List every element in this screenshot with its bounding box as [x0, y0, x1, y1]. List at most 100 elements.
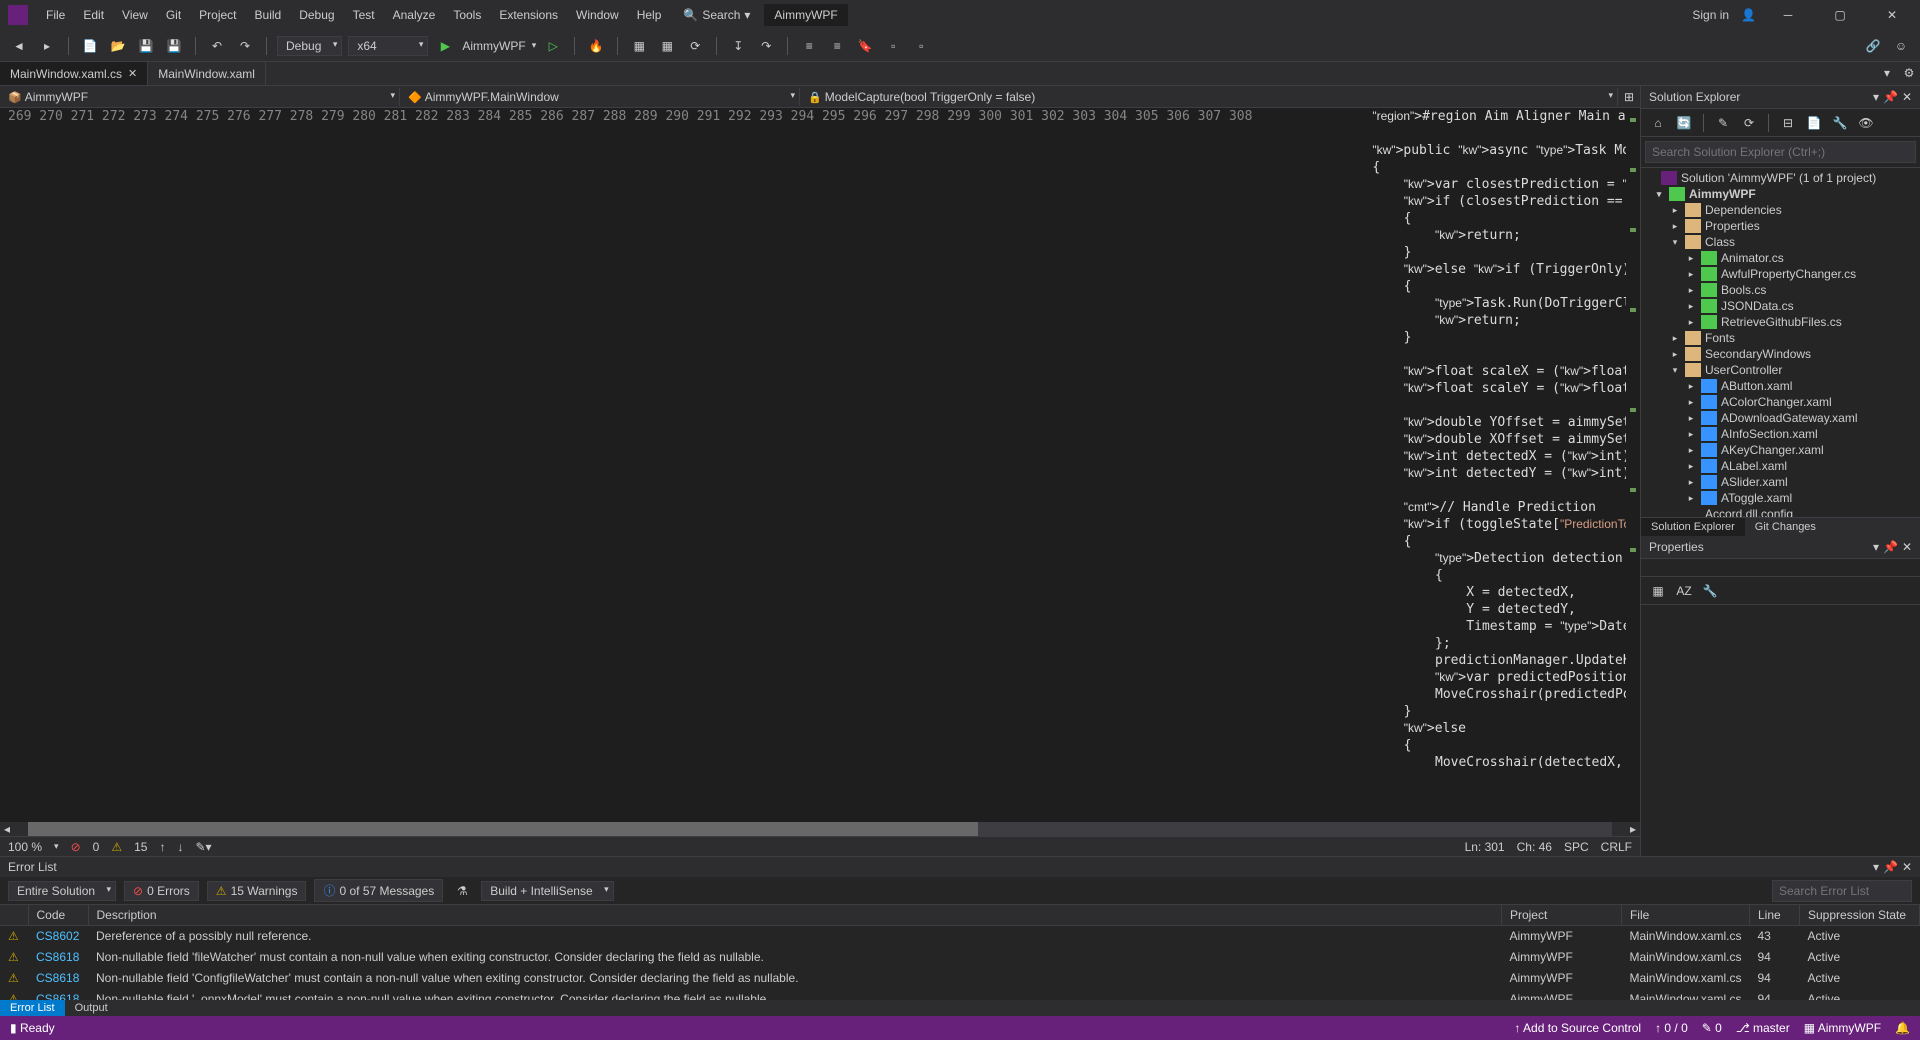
code-editor[interactable]: "region">#region Aim Aligner Main and Lo… — [1278, 108, 1626, 822]
menu-file[interactable]: File — [38, 4, 73, 26]
save-button[interactable]: 💾 — [135, 35, 157, 57]
sign-in-link[interactable]: Sign in — [1692, 8, 1729, 22]
col-Description[interactable]: Description — [88, 905, 1501, 926]
open-button[interactable]: 📂 — [107, 35, 129, 57]
error-search-input[interactable] — [1772, 880, 1912, 902]
tree-SecondaryWindows[interactable]: ▸SecondaryWindows — [1641, 346, 1920, 362]
scope-dropdown[interactable]: Entire Solution — [8, 881, 116, 901]
status-branch[interactable]: ⎇ master — [1736, 1021, 1790, 1035]
col-icon[interactable] — [0, 905, 28, 926]
notifications-icon[interactable]: 🔔 — [1895, 1021, 1910, 1035]
tree-ADownloadGateway.xaml[interactable]: ▸ADownloadGateway.xaml — [1641, 410, 1920, 426]
tb-icon-5[interactable]: ▫ — [910, 35, 932, 57]
status-changes[interactable]: ✎ 0 — [1702, 1021, 1722, 1035]
tb-icon-3[interactable]: ⟳ — [684, 35, 706, 57]
new-project-button[interactable]: 📄 — [79, 35, 101, 57]
alphabetical-icon[interactable]: AZ — [1673, 580, 1695, 602]
error-row[interactable]: ⚠CS8602Dereference of a possibly null re… — [0, 926, 1920, 947]
redo-button[interactable]: ↷ — [234, 35, 256, 57]
search-menu[interactable]: 🔍 Search ▾ — [683, 8, 750, 22]
tree-AColorChanger.xaml[interactable]: ▸AColorChanger.xaml — [1641, 394, 1920, 410]
account-icon[interactable]: 👤 — [1741, 8, 1756, 22]
zoom-level[interactable]: 100 % — [8, 840, 42, 854]
hot-reload-button[interactable]: 🔥 — [585, 35, 607, 57]
start-nodbg-button[interactable]: ▷ — [542, 35, 564, 57]
nav-project-dropdown[interactable]: 📦 AimmyWPF — [0, 88, 400, 106]
live-share-icon[interactable]: 🔗 — [1862, 35, 1884, 57]
nav-fwd-button[interactable]: ▸ — [36, 35, 58, 57]
warning-count-icon[interactable]: ⚠ — [111, 840, 122, 854]
errors-filter[interactable]: ⊘0 Errors — [124, 881, 199, 901]
menu-test[interactable]: Test — [345, 4, 383, 26]
platform-dropdown[interactable]: x64 — [348, 36, 428, 56]
health-indicator[interactable]: ✎▾ — [195, 840, 211, 854]
tree-Accord.dll.config[interactable]: Accord.dll.config — [1641, 506, 1920, 517]
run-target[interactable]: AimmyWPF — [462, 39, 525, 53]
tree-ALabel.xaml[interactable]: ▸ALabel.xaml — [1641, 458, 1920, 474]
tree-AKeyChanger.xaml[interactable]: ▸AKeyChanger.xaml — [1641, 442, 1920, 458]
close-button[interactable]: ✕ — [1872, 0, 1912, 30]
properties-icon[interactable]: 🔧 — [1829, 112, 1851, 134]
tree-Fonts[interactable]: ▸Fonts — [1641, 330, 1920, 346]
error-table[interactable]: CodeDescriptionProjectFileLineSuppressio… — [0, 905, 1920, 1000]
menu-tools[interactable]: Tools — [445, 4, 489, 26]
props-pin-icon[interactable]: 📌 — [1883, 540, 1898, 554]
panel-close-icon[interactable]: ✕ — [1902, 90, 1912, 104]
feedback-icon[interactable]: ☺ — [1890, 35, 1912, 57]
tree-AInfoSection.xaml[interactable]: ▸AInfoSection.xaml — [1641, 426, 1920, 442]
tree-Bools.cs[interactable]: ▸Bools.cs — [1641, 282, 1920, 298]
tree-AButton.xaml[interactable]: ▸AButton.xaml — [1641, 378, 1920, 394]
col-Line[interactable]: Line — [1750, 905, 1800, 926]
config-dropdown[interactable]: Debug — [277, 36, 342, 56]
errorlist-close-icon[interactable]: ✕ — [1902, 860, 1912, 874]
maximize-button[interactable]: ▢ — [1820, 0, 1860, 30]
error-row[interactable]: ⚠CS8618Non-nullable field 'ConfigfileWat… — [0, 968, 1920, 989]
comment-icon[interactable]: ≡ — [798, 35, 820, 57]
tree-Solution 'AimmyWPF' (1 of 1 project)[interactable]: Solution 'AimmyWPF' (1 of 1 project) — [1641, 170, 1920, 186]
props-object-dropdown[interactable] — [1641, 559, 1920, 577]
tree-JSONData.cs[interactable]: ▸JSONData.cs — [1641, 298, 1920, 314]
tab-MainWindow.xaml[interactable]: MainWindow.xaml — [148, 62, 266, 85]
status-source-control[interactable]: ↑ Add to Source Control — [1514, 1021, 1641, 1035]
props-dropdown-icon[interactable]: ▾ — [1873, 540, 1879, 554]
menu-project[interactable]: Project — [191, 4, 244, 26]
line-ending[interactable]: CRLF — [1601, 840, 1632, 854]
split-button[interactable]: ⊞ — [1618, 86, 1640, 108]
switch-view-icon[interactable]: 🔄 — [1673, 112, 1695, 134]
tab-git-changes[interactable]: Git Changes — [1745, 518, 1826, 536]
nav-next-issue[interactable]: ↓ — [177, 840, 183, 854]
uncomment-icon[interactable]: ≡ — [826, 35, 848, 57]
filter-icon[interactable]: ⚗ — [451, 880, 473, 902]
menu-git[interactable]: Git — [158, 4, 189, 26]
step-out-icon[interactable]: ↧ — [727, 35, 749, 57]
solution-tree[interactable]: Solution 'AimmyWPF' (1 of 1 project)▾Aim… — [1641, 168, 1920, 517]
props-wrench-icon[interactable]: 🔧 — [1699, 580, 1721, 602]
source-dropdown[interactable]: Build + IntelliSense — [481, 881, 613, 901]
pending-changes-icon[interactable]: ✎ — [1712, 112, 1734, 134]
categorized-icon[interactable]: ▦ — [1647, 580, 1669, 602]
tree-AimmyWPF[interactable]: ▾AimmyWPF — [1641, 186, 1920, 202]
tab-output[interactable]: Output — [65, 1000, 118, 1016]
indent-mode[interactable]: SPC — [1564, 840, 1589, 854]
menu-help[interactable]: Help — [629, 4, 670, 26]
tb-icon-1[interactable]: ▦ — [628, 35, 650, 57]
menu-analyze[interactable]: Analyze — [385, 4, 444, 26]
menu-window[interactable]: Window — [568, 4, 627, 26]
tab-solution-explorer[interactable]: Solution Explorer — [1641, 518, 1745, 536]
col-Suppression State[interactable]: Suppression State — [1800, 905, 1920, 926]
save-all-button[interactable]: 💾 — [163, 35, 185, 57]
col-Project[interactable]: Project — [1501, 905, 1621, 926]
tree-UserController[interactable]: ▾UserController — [1641, 362, 1920, 378]
step-over-icon[interactable]: ↷ — [755, 35, 777, 57]
status-sync[interactable]: ↑ 0 / 0 — [1655, 1021, 1688, 1035]
sync-icon[interactable]: ⟳ — [1738, 112, 1760, 134]
tree-ASlider.xaml[interactable]: ▸ASlider.xaml — [1641, 474, 1920, 490]
errorlist-dropdown-icon[interactable]: ▾ — [1873, 860, 1879, 874]
nav-prev-issue[interactable]: ↑ — [159, 840, 165, 854]
tree-AToggle.xaml[interactable]: ▸AToggle.xaml — [1641, 490, 1920, 506]
menu-extensions[interactable]: Extensions — [491, 4, 566, 26]
tree-RetrieveGithubFiles.cs[interactable]: ▸RetrieveGithubFiles.cs — [1641, 314, 1920, 330]
status-project[interactable]: ▦ AimmyWPF — [1804, 1021, 1881, 1035]
tree-Animator.cs[interactable]: ▸Animator.cs — [1641, 250, 1920, 266]
tb-icon-4[interactable]: ▫ — [882, 35, 904, 57]
